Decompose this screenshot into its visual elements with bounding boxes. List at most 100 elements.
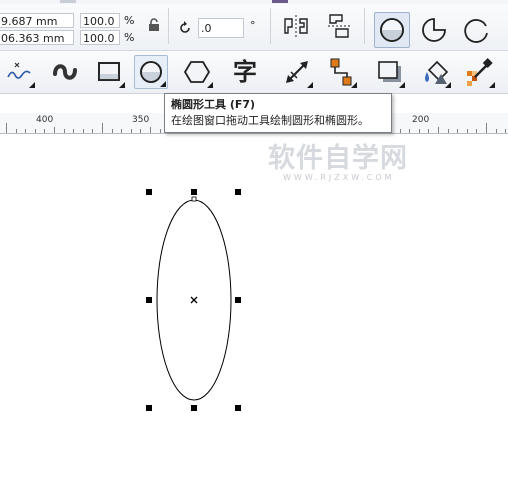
drawing-canvas[interactable]	[0, 134, 508, 482]
ruler-tick	[467, 129, 468, 133]
flyout-indicator	[399, 82, 405, 88]
ruler-label: 200	[412, 115, 430, 125]
selection-handle-top-right[interactable]	[235, 189, 241, 195]
text-tool[interactable]: 字	[228, 55, 262, 89]
ruler-tick	[448, 129, 449, 133]
dimension-tool[interactable]	[280, 55, 314, 89]
rotation-angle-field[interactable]: .0	[198, 18, 244, 38]
ruler-tick	[150, 127, 151, 133]
arc-mode-icon	[464, 19, 488, 43]
mirror-vertical-button[interactable]	[324, 10, 356, 42]
ruler-tick	[6, 123, 7, 133]
separator	[168, 8, 169, 44]
rectangle-tool[interactable]	[92, 55, 126, 89]
ellipse-mode-button[interactable]	[374, 12, 410, 48]
toolbox: 字	[0, 51, 508, 94]
rotate-icon	[178, 21, 192, 38]
ruler-tick	[73, 129, 74, 133]
separator	[364, 8, 365, 44]
ruler-label: 350	[132, 115, 150, 125]
ruler-tick	[121, 129, 122, 133]
watermark-url: WWW.RJZXW.COM	[283, 173, 395, 182]
ruler-tick	[131, 129, 132, 133]
property-bar: 9.687 mm 06.363 mm 100.0 100.0 % % .0 °	[0, 0, 508, 51]
selection-handle-left[interactable]	[146, 297, 152, 303]
ruler-tick	[457, 129, 458, 133]
ruler-tick	[16, 129, 17, 133]
ruler-tick	[505, 129, 506, 133]
smart-drawing-tool[interactable]	[48, 55, 82, 89]
flyout-indicator	[445, 82, 451, 88]
ruler-tick	[400, 129, 401, 133]
rectangle-tool-icon	[98, 62, 120, 81]
ruler-tick	[83, 129, 84, 133]
drop-shadow-tool[interactable]	[372, 55, 406, 89]
ruler-tick	[409, 129, 410, 133]
pie-mode-button[interactable]	[418, 14, 450, 46]
ruler-tick	[496, 129, 497, 133]
ruler-tick	[476, 129, 477, 133]
eyedropper-tool[interactable]	[462, 55, 496, 89]
scale-x-unit: %	[124, 14, 135, 27]
ruler-tick	[35, 129, 36, 133]
flyout-indicator	[160, 81, 166, 87]
flyout-indicator	[489, 82, 495, 88]
separator	[270, 8, 271, 44]
ruler-label: 400	[36, 115, 54, 125]
ruler-tick	[92, 129, 93, 133]
ellipse-node[interactable]	[191, 196, 197, 202]
mirror-vertical-icon	[328, 14, 352, 38]
freehand-tool[interactable]	[2, 55, 36, 89]
mirror-horizontal-icon	[284, 15, 308, 37]
ruler-tick	[64, 129, 65, 133]
flyout-indicator	[29, 82, 35, 88]
tooltip-description: 在绘图窗口拖动工具绘制圆形和椭圆形。	[171, 114, 369, 127]
object-height-field[interactable]: 06.363 mm	[0, 30, 74, 45]
watermark-logo: 软件自学网	[268, 143, 408, 174]
scale-x-field[interactable]: 100.0	[80, 13, 120, 28]
ellipse-mode-icon	[380, 18, 404, 42]
flyout-indicator	[119, 82, 125, 88]
selection-handle-right[interactable]	[235, 297, 241, 303]
flyout-indicator	[307, 82, 313, 88]
center-marker-icon	[190, 296, 198, 304]
selection-handle-bottom-left[interactable]	[146, 405, 152, 411]
scale-y-unit: %	[124, 31, 135, 44]
ruler-tick	[102, 123, 103, 133]
degree-unit: °	[250, 19, 256, 32]
ruler-tick	[54, 127, 55, 133]
pie-mode-icon	[422, 18, 446, 42]
arc-mode-button[interactable]	[460, 14, 492, 46]
flyout-indicator	[351, 82, 357, 88]
ruler-tick	[160, 129, 161, 133]
connector-tool[interactable]	[324, 55, 358, 89]
polygon-tool[interactable]	[180, 55, 214, 89]
ruler-tick	[419, 129, 420, 133]
ruler-tick	[428, 129, 429, 133]
tooltip-title: 椭圆形工具 (F7)	[171, 98, 256, 111]
selection-handle-bottom-right[interactable]	[235, 405, 241, 411]
ellipse-tool[interactable]	[134, 55, 168, 89]
selection-handle-top-left[interactable]	[146, 189, 152, 195]
ruler-tick	[140, 129, 141, 133]
property-bar-top-strip	[0, 0, 508, 4]
lock-ratio-icon[interactable]	[148, 18, 160, 35]
selection-handle-bottom[interactable]	[191, 405, 197, 411]
fill-tool[interactable]	[418, 55, 452, 89]
mirror-horizontal-button[interactable]	[280, 10, 312, 42]
ruler-tick	[25, 129, 26, 133]
canvas-drawing-layer	[156, 196, 232, 401]
smart-drawing-tool-icon	[53, 64, 77, 80]
ruler-tick	[112, 129, 113, 133]
strip-tab-active	[272, 0, 288, 3]
scale-y-field[interactable]: 100.0	[80, 30, 120, 45]
selection-handle-top[interactable]	[191, 189, 197, 195]
ellipse-tool-tooltip: 椭圆形工具 (F7) 在绘图窗口拖动工具绘制圆形和椭圆形。	[164, 93, 392, 133]
ruler-tick	[438, 127, 439, 133]
ruler-tick	[486, 123, 487, 133]
object-width-field[interactable]: 9.687 mm	[0, 13, 74, 28]
strip-tab	[60, 0, 76, 3]
flyout-indicator	[207, 82, 213, 88]
ruler-tick	[44, 129, 45, 133]
text-tool-icon: 字	[233, 58, 257, 86]
